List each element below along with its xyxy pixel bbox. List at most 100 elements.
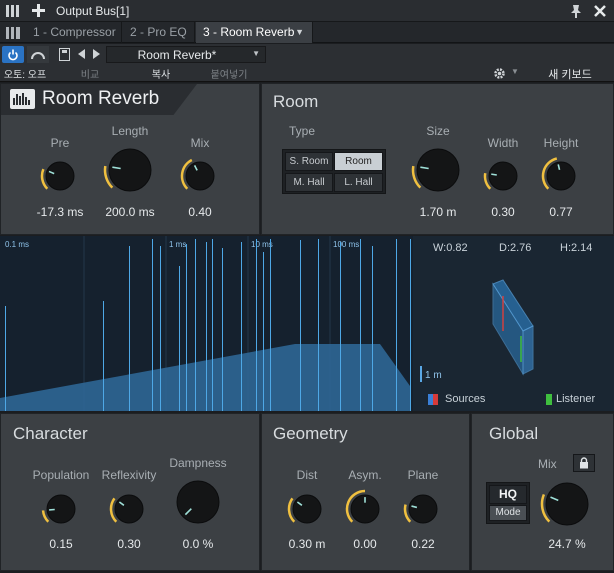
gear-icon[interactable] <box>491 66 507 80</box>
reflection-line <box>340 242 341 411</box>
preset-toolbar: Room Reverb* ▼ <box>0 44 614 65</box>
dampness-label: Dampness <box>169 456 227 470</box>
menu-icon[interactable] <box>6 5 19 17</box>
reflection-line <box>152 239 153 411</box>
sources-legend-swatch-2 <box>433 394 438 405</box>
ms-label-0: 0.1 ms <box>5 240 30 249</box>
reflection-line <box>270 239 271 411</box>
reflection-line <box>129 246 130 411</box>
reflexivity-knob[interactable] <box>109 489 149 529</box>
height-knob[interactable] <box>541 156 581 196</box>
asym-knob[interactable] <box>345 489 385 529</box>
room-reverb-panel: Room Reverb Pre -17.3 ms Length 200.0 ms… <box>0 83 260 235</box>
type-s-room-button[interactable]: S. Room <box>285 152 333 171</box>
save-icon[interactable] <box>58 47 70 61</box>
plane-label: Plane <box>407 468 439 482</box>
window-title: Output Bus[1] <box>56 4 130 18</box>
geometry-title: Geometry <box>273 424 348 443</box>
reflection-line <box>195 239 196 411</box>
power-icon[interactable] <box>2 46 24 63</box>
type-l-hall-button[interactable]: L. Hall <box>334 173 383 192</box>
prev-preset-icon[interactable] <box>77 48 87 60</box>
height-value: 0.77 <box>549 205 573 219</box>
population-knob[interactable] <box>41 489 81 529</box>
reflection-line <box>300 240 301 411</box>
mix-value: 0.40 <box>188 205 212 219</box>
room-title: Room <box>273 92 319 111</box>
scale-bar <box>420 366 422 382</box>
dist-knob[interactable] <box>287 489 327 529</box>
dampness-value: 0.0 % <box>182 537 214 551</box>
plane-knob[interactable] <box>403 489 443 529</box>
reflection-line <box>410 239 411 411</box>
reflection-line <box>372 246 373 411</box>
tab-compressor[interactable]: 1 - Compressor <box>26 22 122 43</box>
reverb-display: 0.1 ms 1 ms 10 ms 100 ms W:0.82 D:2.76 H… <box>0 236 614 411</box>
new-keyboard-button[interactable]: 새 키보드 <box>528 66 612 81</box>
hq-button[interactable]: HQ <box>489 485 527 504</box>
mode-button[interactable]: Mode <box>489 505 527 521</box>
pre-label: Pre <box>50 136 70 150</box>
mix-knob[interactable] <box>180 156 220 196</box>
plus-icon[interactable] <box>32 4 45 17</box>
tab-pro-eq[interactable]: 2 - Pro EQ <box>123 22 195 43</box>
length-value: 200.0 ms <box>105 205 155 219</box>
global-title: Global <box>489 424 539 443</box>
tab-room-reverb[interactable]: 3 - Room Reverb ▼ <box>196 22 313 43</box>
auto-off-button[interactable]: 오토: 오프 <box>0 66 50 81</box>
length-knob[interactable] <box>103 143 157 197</box>
settings-dropdown-icon[interactable]: ▼ <box>511 67 519 76</box>
next-preset-icon[interactable] <box>91 48 101 60</box>
copy-button[interactable]: 복사 <box>130 66 192 81</box>
width-knob[interactable] <box>483 156 523 196</box>
preset-selector[interactable]: Room Reverb* ▼ <box>106 46 266 63</box>
plugin-tabs: 1 - Compressor 2 - Pro EQ 3 - Room Rever… <box>0 22 614 43</box>
type-m-hall-button[interactable]: M. Hall <box>285 173 333 192</box>
pin-icon[interactable] <box>569 4 583 18</box>
global-mix-knob[interactable] <box>540 477 594 531</box>
compare-button[interactable]: 비교 <box>50 66 130 81</box>
listen-icon[interactable] <box>27 46 49 63</box>
sources-legend-label: Sources <box>445 393 486 405</box>
preset-name: Room Reverb* <box>137 48 217 62</box>
presonus-logo-icon <box>10 89 35 109</box>
reflexivity-label: Reflexivity <box>101 468 157 482</box>
paste-button[interactable]: 붙여넣기 <box>192 66 266 81</box>
reflection-line <box>103 301 104 411</box>
room-depth-readout: D:2.76 <box>499 242 532 254</box>
reflection-line <box>186 244 187 411</box>
layout-icon[interactable] <box>6 27 20 39</box>
close-icon[interactable] <box>593 4 607 18</box>
reflection-line <box>222 248 223 411</box>
dampness-knob[interactable] <box>171 475 225 529</box>
plane-value: 0.22 <box>411 537 435 551</box>
height-label: Height <box>543 136 579 150</box>
reflection-line <box>160 246 161 411</box>
type-room-button[interactable]: Room <box>334 152 383 171</box>
mix-label: Mix <box>190 136 210 150</box>
listener-legend-label: Listener <box>556 393 596 405</box>
global-mix-label: Mix <box>538 457 557 471</box>
reflection-line <box>5 306 6 411</box>
reflection-line <box>318 239 319 411</box>
listener-legend-swatch <box>546 394 552 405</box>
reflection-line <box>256 239 257 411</box>
plugin-window: Output Bus[1] 1 - Compressor 2 - Pro EQ … <box>0 0 614 573</box>
length-label: Length <box>111 124 149 138</box>
reflection-line <box>179 266 180 411</box>
global-mix-value: 24.7 % <box>548 537 586 551</box>
tab-room-reverb-label: 3 - Room Reverb <box>203 25 295 39</box>
size-knob[interactable] <box>411 143 465 197</box>
room-height-readout: H:2.14 <box>560 242 593 254</box>
lock-icon[interactable] <box>573 454 595 472</box>
pre-knob[interactable] <box>40 156 80 196</box>
chevron-down-icon[interactable]: ▼ <box>295 22 304 43</box>
type-label: Type <box>288 124 315 138</box>
scale-label: 1 m <box>425 370 442 381</box>
character-title: Character <box>13 424 88 443</box>
reflexivity-value: 0.30 <box>117 537 141 551</box>
reflection-line <box>263 252 264 411</box>
title-bar: Output Bus[1] <box>0 0 614 22</box>
reflection-line <box>212 239 213 411</box>
reflection-line <box>396 239 397 411</box>
